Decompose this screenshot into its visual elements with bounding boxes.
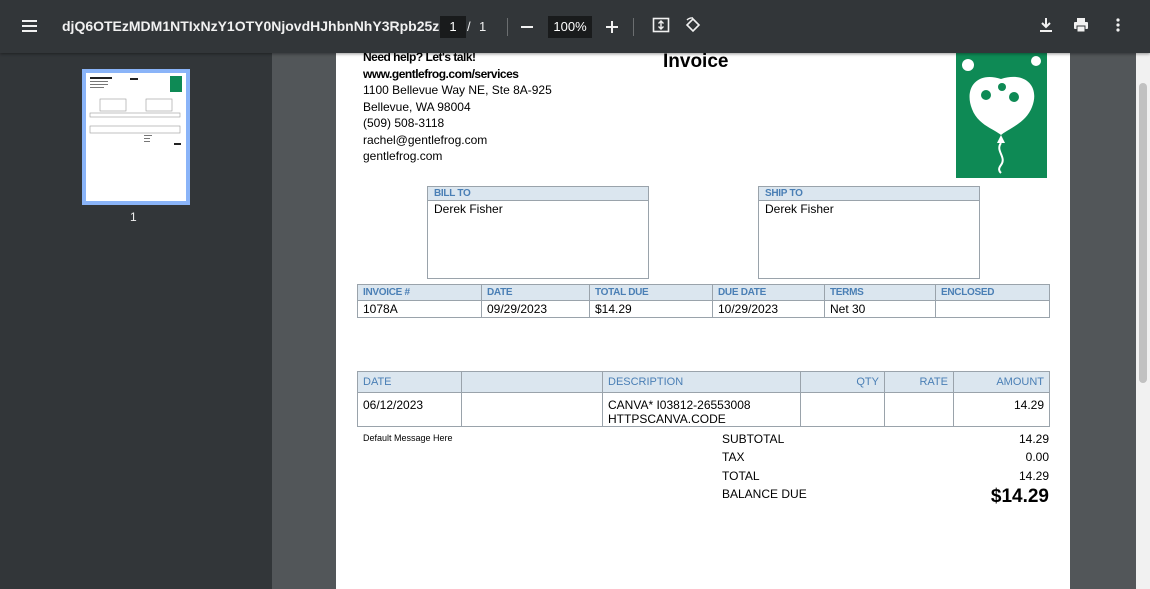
invoice-title: Invoice bbox=[663, 53, 729, 72]
header-date: DATE bbox=[481, 284, 590, 301]
document-viewer: Need help? Let's talk! www.gentlefrog.co… bbox=[272, 53, 1150, 589]
thumbnail-sidebar: 1 bbox=[0, 53, 272, 589]
zoom-out-icon[interactable] bbox=[521, 26, 533, 28]
header-line-date: DATE bbox=[357, 371, 462, 393]
header-line-blank bbox=[461, 371, 603, 393]
summary-header-row: INVOICE # DATE TOTAL DUE DUE DATE TERMS … bbox=[357, 284, 1050, 301]
line-description-2: HTTPSCANVA.CODE bbox=[608, 412, 726, 426]
balance-due-label: BALANCE DUE bbox=[722, 487, 807, 501]
line-description-1: CANVA* I03812-26553008 bbox=[608, 398, 751, 412]
subtotal-value: 14.29 bbox=[1018, 432, 1049, 446]
table-row: 06/12/2023 CANVA* I03812-26553008 HTTPSC… bbox=[357, 392, 1050, 427]
page-thumbnail[interactable] bbox=[82, 69, 190, 205]
header-amount: AMOUNT bbox=[953, 371, 1050, 393]
header-qty: QTY bbox=[800, 371, 885, 393]
company-info: Need help? Let's talk! www.gentlefrog.co… bbox=[363, 53, 552, 165]
thumbnail-preview bbox=[89, 76, 182, 145]
header-invoice-number: INVOICE # bbox=[357, 284, 482, 301]
line-rate bbox=[884, 392, 954, 427]
default-message: Default Message Here bbox=[363, 433, 453, 443]
pdf-toolbar: djQ6OTEzMDM1NTIxNzY1OTY0NjovdHJhbnNhY3Rp… bbox=[0, 0, 1150, 53]
document-title: djQ6OTEzMDM1NTIxNzY1OTY0NjovdHJhbnNhY3Rp… bbox=[62, 18, 460, 34]
total-label: TOTAL bbox=[722, 469, 760, 483]
line-date: 06/12/2023 bbox=[357, 392, 462, 427]
fit-page-icon[interactable] bbox=[651, 15, 673, 37]
thumbnail-page-number: 1 bbox=[130, 210, 137, 224]
line-description: CANVA* I03812-26553008 HTTPSCANVA.CODE bbox=[602, 392, 801, 427]
subtotal-label: SUBTOTAL bbox=[722, 432, 785, 446]
total-due: $14.29 bbox=[589, 300, 713, 318]
balance-due-value: $14.29 bbox=[990, 486, 1049, 507]
download-icon[interactable] bbox=[1036, 15, 1058, 37]
invoice-date: 09/29/2023 bbox=[481, 300, 590, 318]
summary-value-row: 1078A 09/29/2023 $14.29 10/29/2023 Net 3… bbox=[357, 300, 1050, 318]
rotate-icon[interactable] bbox=[683, 15, 705, 37]
page-number-input[interactable]: 1 bbox=[440, 16, 466, 38]
bill-to-name: Derek Fisher bbox=[434, 202, 503, 216]
bill-to-label: BILL TO bbox=[428, 187, 648, 201]
line-qty bbox=[800, 392, 885, 427]
header-enclosed: ENCLOSED bbox=[935, 284, 1050, 301]
company-website: gentlefrog.com bbox=[363, 149, 443, 163]
header-total-due: TOTAL DUE bbox=[589, 284, 713, 301]
company-address-line1: 1100 Bellevue Way NE, Ste 8A-925 bbox=[363, 83, 552, 97]
tax-label: TAX bbox=[722, 450, 745, 464]
ship-to-name: Derek Fisher bbox=[765, 202, 834, 216]
tax-value: 0.00 bbox=[1025, 450, 1049, 464]
company-tagline: Need help? Let's talk! bbox=[363, 53, 476, 64]
menu-icon[interactable] bbox=[20, 17, 42, 37]
company-phone: (509) 508-3118 bbox=[363, 116, 445, 130]
vertical-scrollbar[interactable] bbox=[1136, 53, 1150, 589]
header-due-date: DUE DATE bbox=[712, 284, 825, 301]
company-services-url: www.gentlefrog.com/services bbox=[363, 66, 519, 81]
bill-to-box: BILL TO Derek Fisher bbox=[427, 186, 649, 279]
terms: Net 30 bbox=[824, 300, 936, 318]
invoice-number: 1078A bbox=[357, 300, 482, 318]
zoom-in-icon[interactable] bbox=[606, 17, 620, 37]
invoice-summary-table: INVOICE # DATE TOTAL DUE DUE DATE TERMS … bbox=[357, 284, 1050, 318]
header-description: DESCRIPTION bbox=[602, 371, 801, 393]
company-email: rachel@gentlefrog.com bbox=[363, 132, 488, 147]
scrollbar-thumb[interactable] bbox=[1139, 83, 1147, 383]
company-address-line2: Bellevue, WA 98004 bbox=[363, 99, 471, 114]
ship-to-box: SHIP TO Derek Fisher bbox=[758, 186, 980, 279]
toolbar-divider bbox=[507, 18, 508, 36]
line-items-table: DATE DESCRIPTION QTY RATE AMOUNT 06/12/2… bbox=[357, 371, 1050, 427]
due-date: 10/29/2023 bbox=[712, 300, 825, 318]
total-pages: 1 bbox=[479, 19, 487, 34]
enclosed bbox=[935, 300, 1050, 318]
header-terms: TERMS bbox=[824, 284, 936, 301]
invoice-page: Need help? Let's talk! www.gentlefrog.co… bbox=[336, 53, 1070, 589]
line-blank bbox=[461, 392, 603, 427]
frog-logo bbox=[956, 53, 1047, 178]
toolbar-divider bbox=[633, 18, 634, 36]
zoom-level-input[interactable]: 100% bbox=[548, 16, 592, 38]
total-value: 14.29 bbox=[1018, 469, 1049, 483]
line-amount: 14.29 bbox=[953, 392, 1050, 427]
print-icon[interactable] bbox=[1071, 15, 1093, 37]
header-rate: RATE bbox=[884, 371, 954, 393]
ship-to-label: SHIP TO bbox=[759, 187, 979, 201]
more-icon[interactable] bbox=[1108, 15, 1130, 37]
page-separator: / bbox=[467, 19, 471, 34]
line-items-header-row: DATE DESCRIPTION QTY RATE AMOUNT bbox=[357, 371, 1050, 393]
